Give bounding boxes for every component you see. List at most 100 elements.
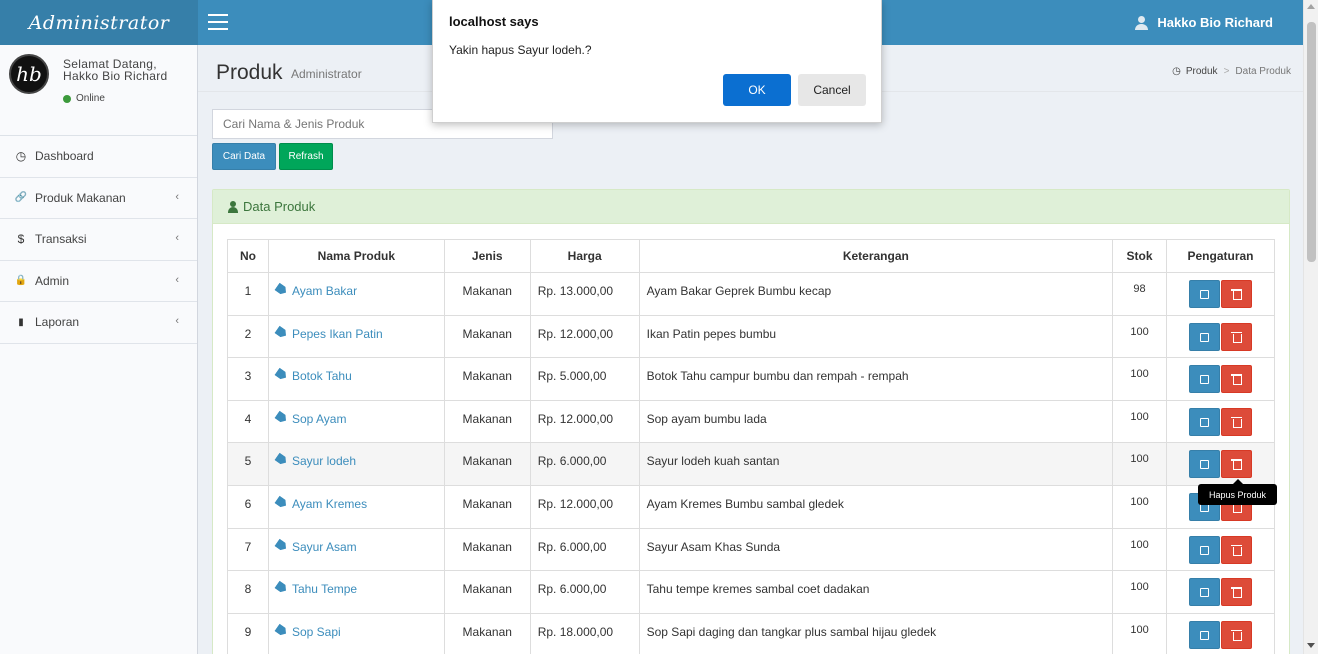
chevron-left-icon: ‹	[175, 315, 179, 327]
cell-stok: 100	[1112, 527, 1167, 572]
product-link[interactable]: Ayam Bakar	[292, 284, 357, 298]
cell-no: 1	[227, 272, 269, 316]
user-panel: hb Selamat Datang, Hakko Bio Richard Onl…	[0, 45, 197, 136]
user-name: Hakko Bio Richard	[1157, 15, 1273, 30]
breadcrumb: ◷ Produk > Data Produk	[1172, 66, 1291, 77]
edit-button[interactable]	[1189, 280, 1220, 308]
sidebar-item-laporan[interactable]: ▮ Laporan ‹	[0, 302, 197, 344]
hamburger-menu-icon[interactable]	[208, 14, 228, 30]
cell-stok: 100	[1112, 612, 1167, 654]
page-title: Produk	[216, 61, 283, 84]
cell-no: 4	[227, 399, 269, 444]
cell-no: 8	[227, 570, 269, 614]
cell-nama: Sayur lodeh	[267, 442, 445, 486]
cell-stok: 100	[1112, 314, 1167, 359]
delete-button[interactable]	[1221, 450, 1252, 479]
breadcrumb-produk[interactable]: Produk	[1186, 66, 1218, 77]
edit-button[interactable]	[1189, 535, 1220, 564]
product-link[interactable]: Pepes Ikan Patin	[292, 327, 383, 341]
product-link[interactable]: Sop Ayam	[292, 412, 346, 426]
product-link[interactable]: Sayur Asam	[292, 540, 357, 554]
refresh-button[interactable]: Refrash	[279, 143, 333, 170]
link-icon: 🔗	[14, 192, 28, 204]
cell-jenis: Makanan	[443, 357, 531, 401]
delete-button[interactable]	[1221, 620, 1252, 649]
tag-icon	[274, 283, 288, 297]
column-header-keterangan: Keterangan	[638, 239, 1114, 273]
product-link[interactable]: Botok Tahu	[292, 369, 352, 383]
page-scrollbar[interactable]	[1303, 0, 1318, 654]
table-row: 1 Ayam Bakar Makanan Rp. 13.000,00 Ayam Baka…	[227, 272, 1275, 316]
data-produk-panel: Data Produk No Nama Produk Jenis Harga K…	[212, 189, 1290, 654]
cancel-button[interactable]: Cancel	[798, 74, 866, 106]
cell-nama: Tahu Tempe	[267, 570, 445, 614]
breadcrumb-data-produk: Data Produk	[1235, 66, 1291, 77]
breadcrumb-separator: >	[1223, 66, 1230, 77]
cell-nama: Sop Sapi	[267, 612, 445, 654]
lock-icon: 🔒	[14, 275, 28, 287]
user-menu[interactable]: Hakko Bio Richard	[1135, 0, 1273, 45]
delete-button[interactable]	[1221, 535, 1252, 564]
cell-harga: Rp. 6.000,00	[529, 442, 640, 486]
product-link[interactable]: Tahu Tempe	[292, 582, 357, 596]
table-header-row: No Nama Produk Jenis Harga Keterangan St…	[227, 239, 1275, 273]
cell-pengaturan	[1166, 612, 1275, 654]
edit-button[interactable]	[1189, 450, 1220, 479]
cell-keterangan: Sop Sapi daging dan tangkar plus sambal …	[638, 612, 1114, 654]
edit-button[interactable]	[1189, 407, 1220, 436]
edit-button[interactable]	[1189, 322, 1220, 351]
chevron-left-icon: ‹	[175, 232, 179, 244]
sidebar: hb Selamat Datang, Hakko Bio Richard Onl…	[0, 45, 198, 654]
delete-button[interactable]	[1221, 578, 1252, 607]
table-row: 4 Sop Ayam Makanan Rp. 12.000,00 Sop ayam bu…	[227, 399, 1275, 444]
welcome-line2: Hakko Bio Richard	[63, 69, 168, 83]
cell-stok: 100	[1112, 484, 1167, 529]
dollar-icon: $	[17, 232, 25, 247]
edit-button[interactable]	[1189, 365, 1220, 394]
cell-pengaturan	[1166, 570, 1275, 614]
sidebar-item-admin[interactable]: 🔒 Admin ‹	[0, 261, 197, 302]
sidebar-item-transaksi[interactable]: $ Transaksi ‹	[0, 219, 197, 261]
dialog-message: Yakin hapus Sayur lodeh.?	[449, 43, 592, 57]
cell-pengaturan	[1166, 399, 1275, 444]
sidebar-item-produk-makanan[interactable]: 🔗 Produk Makanan ‹	[0, 178, 197, 219]
column-header-nama: Nama Produk	[267, 239, 445, 273]
scrollbar-thumb[interactable]	[1307, 22, 1316, 262]
product-link[interactable]: Ayam Kremes	[292, 497, 367, 511]
cell-stok: 100	[1112, 570, 1167, 614]
panel-title: Data Produk	[243, 199, 316, 214]
user-icon	[228, 200, 239, 213]
app-logo[interactable]: Administrator	[0, 0, 198, 45]
delete-button[interactable]	[1221, 407, 1252, 436]
table-row: 6 Ayam Kremes Makanan Rp. 12.000,00 Ayam Kre…	[227, 484, 1275, 529]
cell-pengaturan	[1166, 442, 1275, 486]
delete-button[interactable]	[1221, 365, 1252, 394]
sidebar-item-label: Transaksi	[35, 232, 87, 247]
cell-harga: Rp. 12.000,00	[529, 314, 640, 359]
cell-keterangan: Botok Tahu campur bumbu dan rempah - rem…	[638, 357, 1114, 401]
user-icon	[1135, 15, 1149, 30]
search-button[interactable]: Cari Data	[212, 143, 276, 170]
dashboard-icon: ◷	[1172, 66, 1181, 77]
cell-no: 9	[227, 612, 269, 654]
table-row: 9 Sop Sapi Makanan Rp. 18.000,00 Sop Sapi da…	[227, 612, 1275, 654]
scroll-up-icon[interactable]	[1307, 4, 1315, 9]
scroll-down-icon[interactable]	[1307, 643, 1315, 648]
edit-button[interactable]	[1189, 578, 1220, 607]
sidebar-item-dashboard[interactable]: ◷ Dashboard	[0, 136, 197, 178]
delete-button[interactable]	[1221, 322, 1252, 351]
column-header-jenis: Jenis	[443, 239, 531, 273]
ok-button[interactable]: OK	[723, 74, 791, 106]
delete-button[interactable]	[1221, 280, 1252, 308]
cell-harga: Rp. 18.000,00	[529, 612, 640, 654]
cell-jenis: Makanan	[443, 272, 531, 316]
cell-jenis: Makanan	[443, 442, 531, 486]
tag-icon	[274, 325, 288, 339]
product-link[interactable]: Sop Sapi	[292, 625, 341, 639]
cell-keterangan: Sayur lodeh kuah santan	[638, 442, 1114, 486]
cell-nama: Botok Tahu	[267, 357, 445, 401]
table-row: 2 Pepes Ikan Patin Makanan Rp. 12.000,00 Ika…	[227, 314, 1275, 359]
status-dot-icon	[63, 94, 71, 103]
product-link[interactable]: Sayur lodeh	[292, 454, 356, 468]
edit-button[interactable]	[1189, 620, 1220, 649]
